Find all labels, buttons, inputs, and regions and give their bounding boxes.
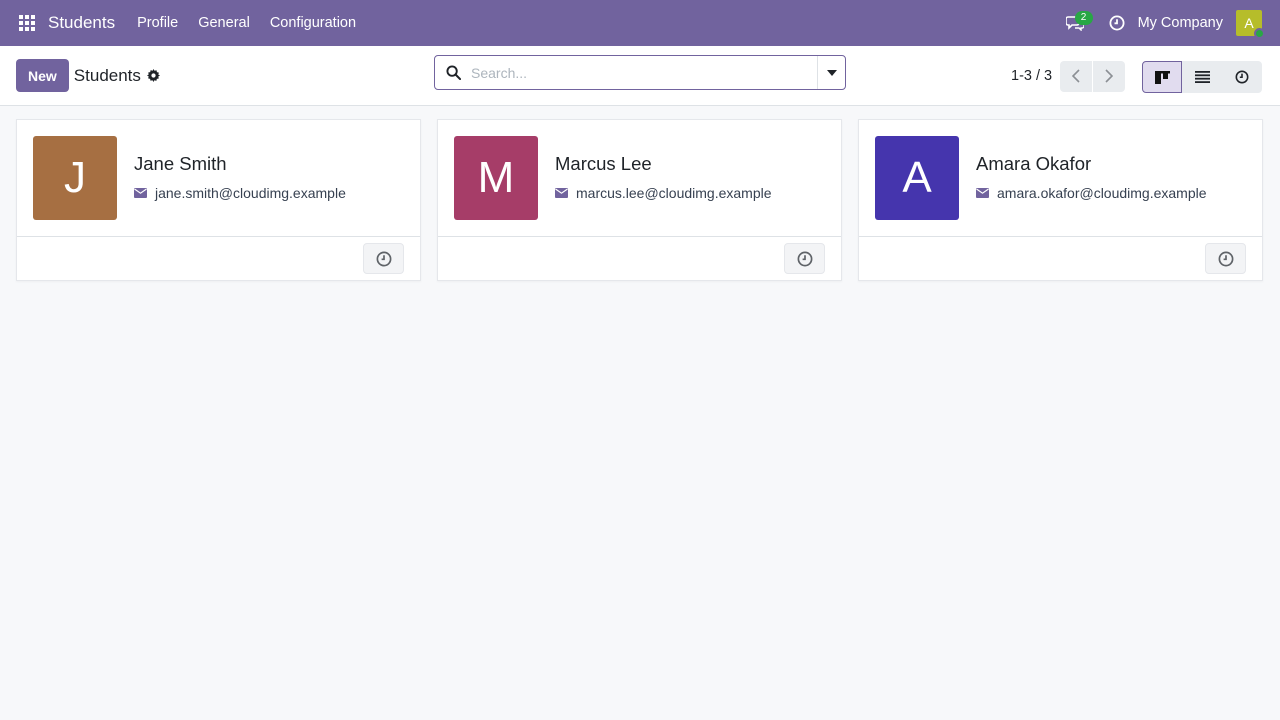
activity-button[interactable] xyxy=(1205,243,1246,274)
student-avatar: A xyxy=(875,136,959,220)
control-panel: New Students 1-3 / 3 xyxy=(0,46,1280,106)
pager-next-button[interactable] xyxy=(1093,60,1126,92)
caret-down-icon xyxy=(826,69,837,76)
kanban-view-button[interactable] xyxy=(1142,61,1182,93)
avatar-initial: A xyxy=(902,153,932,202)
kanban-view: J Jane Smith jane.smith@cloudimg.example xyxy=(0,106,1280,294)
messages-button[interactable]: 2 xyxy=(1060,8,1093,38)
menu-configuration[interactable]: Configuration xyxy=(270,15,356,31)
search-options-toggle[interactable] xyxy=(817,56,845,89)
menu-general[interactable]: General xyxy=(198,15,250,31)
envelope-icon xyxy=(976,188,989,198)
chevron-right-icon xyxy=(1105,69,1114,83)
student-card[interactable]: M Marcus Lee marcus.lee@cloudimg.example xyxy=(437,119,842,281)
student-email: marcus.lee@cloudimg.example xyxy=(576,185,772,201)
app-name[interactable]: Students xyxy=(48,13,115,33)
student-name: Amara Okafor xyxy=(976,153,1092,174)
envelope-icon xyxy=(134,188,147,198)
new-button[interactable]: New xyxy=(16,59,69,92)
search-bar xyxy=(434,55,846,90)
student-email: amara.okafor@cloudimg.example xyxy=(997,185,1207,201)
clock-icon xyxy=(1218,251,1233,266)
apps-grid-icon xyxy=(19,15,35,31)
kanban-icon xyxy=(1154,70,1170,84)
online-status-dot xyxy=(1254,28,1265,39)
view-switcher xyxy=(1142,61,1262,93)
gear-icon[interactable] xyxy=(146,69,161,83)
clock-icon xyxy=(376,251,391,266)
student-email: jane.smith@cloudimg.example xyxy=(155,185,346,201)
pager-previous-button[interactable] xyxy=(1060,60,1093,92)
clock-icon xyxy=(1235,70,1249,84)
activity-button[interactable] xyxy=(784,243,825,274)
avatar-initial: M xyxy=(477,153,515,202)
student-avatar: J xyxy=(33,136,117,220)
pager-value[interactable]: 1-3 / 3 xyxy=(1011,68,1052,84)
user-initial: A xyxy=(1244,15,1254,31)
top-navbar: Students Profile General Configuration 2… xyxy=(0,0,1280,46)
student-name: Marcus Lee xyxy=(555,153,652,174)
list-view-button[interactable] xyxy=(1182,61,1222,93)
student-name: Jane Smith xyxy=(134,153,227,174)
messages-count-badge: 2 xyxy=(1074,11,1093,25)
chevron-left-icon xyxy=(1072,69,1080,83)
envelope-icon xyxy=(555,188,568,198)
student-avatar: M xyxy=(454,136,538,220)
activity-view-button[interactable] xyxy=(1222,61,1262,93)
company-switcher[interactable]: My Company xyxy=(1138,15,1223,31)
avatar-initial: J xyxy=(64,153,86,202)
search-icon xyxy=(435,65,471,80)
search-input[interactable] xyxy=(471,56,817,89)
student-card[interactable]: J Jane Smith jane.smith@cloudimg.example xyxy=(16,119,421,281)
pager: 1-3 / 3 xyxy=(1011,46,1126,106)
breadcrumb: Students xyxy=(73,65,141,85)
student-card[interactable]: A Amara Okafor amara.okafor@cloudimg.exa… xyxy=(858,119,1263,281)
clock-icon xyxy=(797,251,812,266)
menu-profile[interactable]: Profile xyxy=(137,15,178,31)
activities-button[interactable] xyxy=(1102,8,1132,38)
user-avatar[interactable]: A xyxy=(1236,10,1265,39)
app-menu-button[interactable] xyxy=(6,0,48,46)
activity-button[interactable] xyxy=(363,243,404,274)
list-icon xyxy=(1194,71,1210,83)
clock-icon xyxy=(1109,15,1125,31)
